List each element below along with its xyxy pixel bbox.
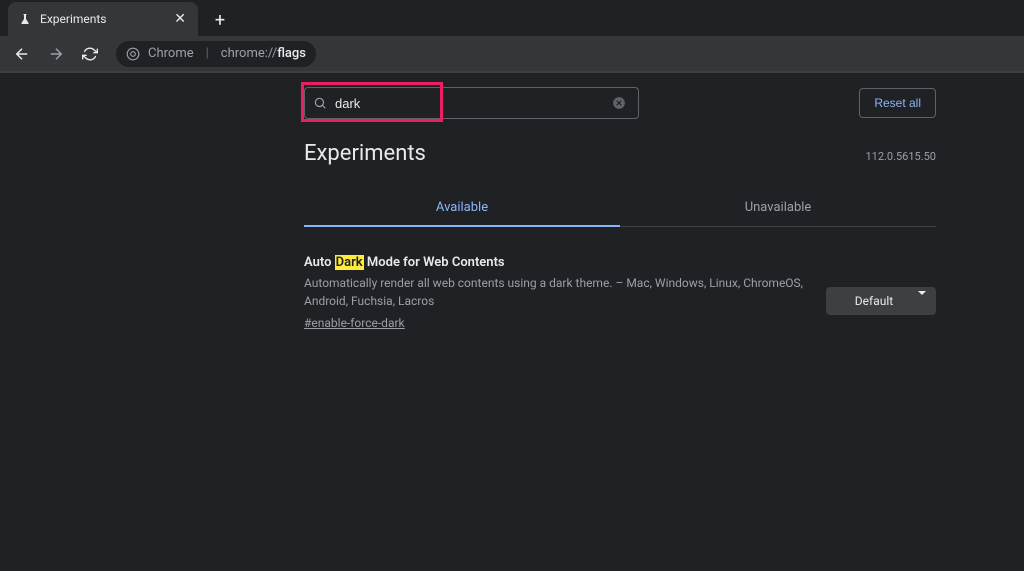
- reload-button[interactable]: [78, 42, 102, 66]
- tabs: Available Unavailable: [304, 190, 936, 227]
- url-scheme: Chrome: [148, 46, 194, 61]
- content-area: Reset all Experiments 112.0.5615.50 Avai…: [0, 72, 1024, 571]
- flag-entry: Auto Dark Mode for Web Contents Automati…: [304, 227, 936, 358]
- clear-icon[interactable]: [612, 96, 626, 110]
- page-title: Experiments: [304, 141, 426, 166]
- search-icon: [313, 96, 327, 110]
- toolbar: Chrome | chrome://flags: [0, 36, 1024, 72]
- close-icon[interactable]: ✕: [172, 10, 188, 28]
- url-divider: |: [206, 46, 209, 61]
- forward-button[interactable]: [44, 42, 68, 66]
- tab-title: Experiments: [40, 12, 164, 26]
- version-label: 112.0.5615.50: [865, 150, 936, 163]
- flask-icon: [18, 12, 32, 26]
- tab-available[interactable]: Available: [304, 190, 620, 227]
- highlight-match: Dark: [335, 255, 364, 270]
- url-path: flags: [277, 46, 306, 61]
- flag-dropdown[interactable]: Default: [826, 287, 936, 315]
- new-tab-button[interactable]: +: [206, 6, 234, 34]
- flag-description: Automatically render all web contents us…: [304, 274, 810, 310]
- chrome-icon: [126, 47, 140, 61]
- tab-strip: Experiments ✕ +: [0, 0, 1024, 36]
- back-button[interactable]: [10, 42, 34, 66]
- reset-all-button[interactable]: Reset all: [859, 88, 936, 118]
- url-prefix: chrome://: [221, 46, 277, 61]
- address-bar[interactable]: Chrome | chrome://flags: [116, 41, 316, 67]
- browser-tab[interactable]: Experiments ✕: [8, 2, 198, 36]
- flag-id-link[interactable]: #enable-force-dark: [304, 316, 810, 330]
- flag-title: Auto Dark Mode for Web Contents: [304, 255, 810, 270]
- tab-unavailable[interactable]: Unavailable: [620, 190, 936, 227]
- search-box[interactable]: [304, 87, 639, 119]
- search-input[interactable]: [335, 96, 612, 111]
